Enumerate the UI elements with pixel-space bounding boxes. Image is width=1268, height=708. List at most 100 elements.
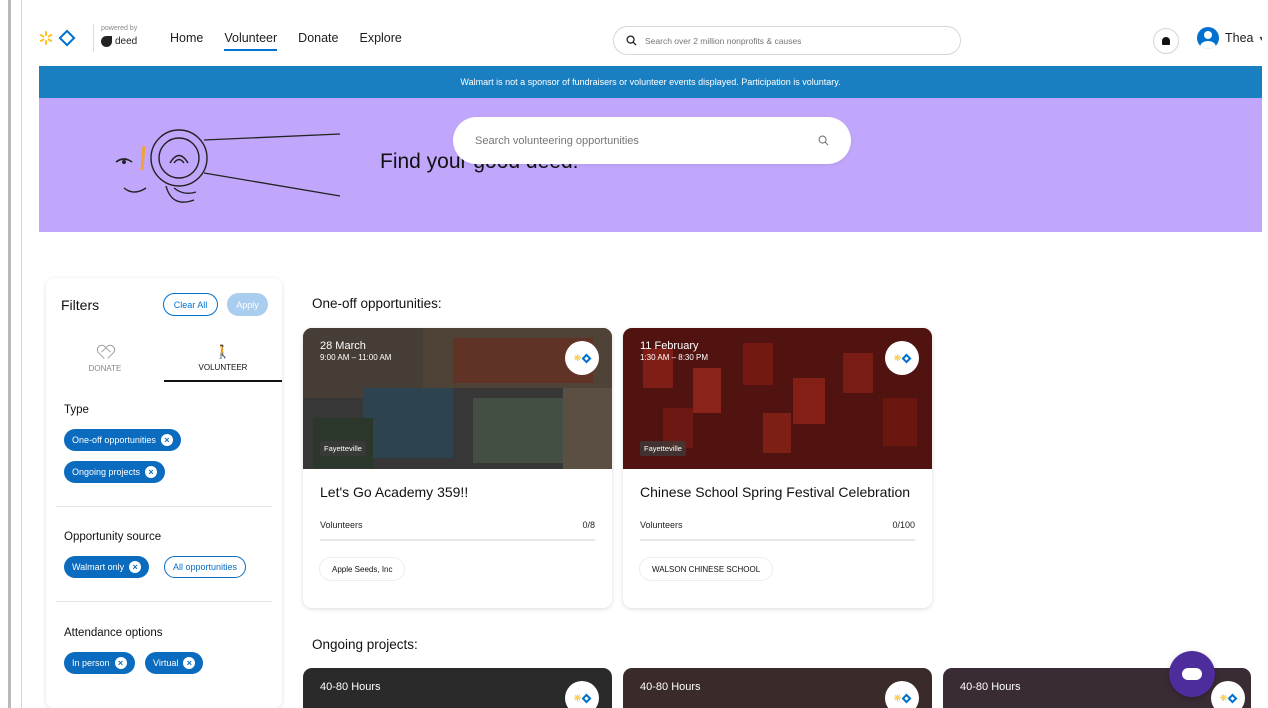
apply-button[interactable]: Apply xyxy=(227,293,268,316)
nav-links: Home Volunteer Donate Explore xyxy=(170,31,402,51)
global-search-input[interactable] xyxy=(645,35,945,46)
disclaimer-banner: Walmart is not a sponsor of fundraisers … xyxy=(39,66,1262,98)
volunteers-count: 0/100 xyxy=(892,520,915,530)
close-icon[interactable]: × xyxy=(129,561,142,573)
window-edge xyxy=(0,0,22,708)
diamond-icon xyxy=(1227,693,1238,703)
user-name: Thea xyxy=(1225,31,1254,45)
project-hours: 40-80 Hours xyxy=(640,681,701,693)
nav-explore[interactable]: Explore xyxy=(359,31,401,45)
deed-mark-icon xyxy=(101,36,112,47)
tab-donate[interactable]: DONATE xyxy=(46,336,164,382)
volunteers-label: Volunteers xyxy=(640,520,683,530)
heart-icon xyxy=(98,346,112,359)
opportunity-card[interactable]: 11 February 1:30 AM – 8:30 PM ❋ Fayettev… xyxy=(623,328,932,608)
event-date: 28 March xyxy=(320,340,366,352)
walmart-badge: ❋ xyxy=(885,341,919,375)
volunteers-progress xyxy=(320,539,595,541)
global-search[interactable] xyxy=(613,26,961,55)
chip-virtual[interactable]: Virtual × xyxy=(145,652,204,674)
opportunity-search-input[interactable] xyxy=(475,134,795,147)
chat-icon xyxy=(1182,668,1202,680)
org-tag[interactable]: Apple Seeds, Inc xyxy=(320,558,405,580)
project-hours: 40-80 Hours xyxy=(960,681,1021,693)
opportunity-search[interactable] xyxy=(453,117,851,164)
chip-all-opportunities[interactable]: All opportunities xyxy=(164,556,247,578)
walmart-logo[interactable] xyxy=(39,24,94,52)
location-tag: Fayetteville xyxy=(640,441,686,456)
volunteers-count: 0/8 xyxy=(582,520,595,530)
close-icon[interactable]: × xyxy=(114,657,127,669)
powered-by-text: powered by xyxy=(101,25,138,32)
org-tag[interactable]: WALSON CHINESE SCHOOL xyxy=(640,558,773,580)
walmart-badge: ❋ xyxy=(885,681,919,708)
close-icon[interactable]: × xyxy=(145,466,158,478)
source-label: Opportunity source xyxy=(64,531,162,543)
app: powered by deed Home Volunteer Donate Ex… xyxy=(39,6,1262,708)
volunteer-person-icon: 🚶 xyxy=(214,343,232,359)
chip-virtual-label: Virtual xyxy=(153,658,179,668)
top-nav: powered by deed Home Volunteer Donate Ex… xyxy=(39,6,1262,66)
chat-button[interactable] xyxy=(1169,651,1215,697)
location-tag: Fayetteville xyxy=(320,441,366,456)
ongoing-heading: Ongoing projects: xyxy=(312,637,418,652)
chip-ongoing[interactable]: Ongoing projects × xyxy=(64,461,166,483)
chevron-down-icon: ▾ xyxy=(1259,33,1263,43)
screen: powered by deed Home Volunteer Donate Ex… xyxy=(0,0,1268,708)
project-card[interactable]: 40-80 Hours ❋ xyxy=(623,668,932,708)
filter-tabs: DONATE 🚶 VOLUNTEER xyxy=(46,336,282,382)
volunteers-progress xyxy=(640,539,915,541)
project-hours: 40-80 Hours xyxy=(320,681,381,693)
opportunity-card[interactable]: 28 March 9:00 AM – 11:00 AM ❋ Fayettevil… xyxy=(303,328,612,608)
search-icon[interactable] xyxy=(818,135,829,146)
chip-walmart-only-label: Walmart only xyxy=(72,562,125,572)
chip-in-person[interactable]: In person × xyxy=(64,652,135,674)
filters-panel: Filters Clear All Apply DONATE 🚶 VOLUNTE… xyxy=(46,278,282,708)
magnifier-illustration-icon xyxy=(115,129,341,203)
chip-one-off[interactable]: One-off opportunities × xyxy=(64,429,181,451)
chip-all-opportunities-label: All opportunities xyxy=(173,562,238,572)
type-label: Type xyxy=(64,404,89,416)
chip-ongoing-label: Ongoing projects xyxy=(72,467,141,477)
search-icon xyxy=(626,35,637,46)
card-title[interactable]: Chinese School Spring Festival Celebrati… xyxy=(640,484,910,500)
bell-icon xyxy=(1162,37,1170,45)
divider xyxy=(56,506,272,507)
disclaimer-text: Walmart is not a sponsor of fundraisers … xyxy=(460,77,841,87)
event-time: 9:00 AM – 11:00 AM xyxy=(320,353,392,362)
tab-donate-label: DONATE xyxy=(88,363,122,373)
tab-volunteer[interactable]: 🚶 VOLUNTEER xyxy=(164,336,282,382)
tab-volunteer-label: VOLUNTEER xyxy=(198,362,248,372)
walmart-badge: ❋ xyxy=(565,681,599,708)
deed-wordmark: deed xyxy=(115,36,138,47)
walmart-badge: ❋ xyxy=(1211,681,1245,708)
attendance-label: Attendance options xyxy=(64,627,163,639)
chip-walmart-only[interactable]: Walmart only × xyxy=(64,556,150,578)
divider xyxy=(93,24,94,52)
avatar xyxy=(1197,27,1219,49)
project-card[interactable]: 40-80 Hours ❋ xyxy=(303,668,612,708)
diamond-icon xyxy=(581,693,592,703)
clear-all-button[interactable]: Clear All xyxy=(163,293,218,316)
nav-volunteer[interactable]: Volunteer xyxy=(224,31,277,51)
chip-one-off-label: One-off opportunities xyxy=(72,435,156,445)
notifications-button[interactable] xyxy=(1153,28,1179,54)
close-icon[interactable]: × xyxy=(160,434,173,446)
close-icon[interactable]: × xyxy=(183,657,196,669)
diamond-icon xyxy=(901,353,912,363)
deed-logo[interactable]: deed xyxy=(101,36,137,47)
user-menu[interactable]: Thea ▾ xyxy=(1197,27,1262,49)
card-title[interactable]: Let's Go Academy 359!! xyxy=(320,484,468,500)
spark-icon xyxy=(39,31,53,45)
diamond-icon xyxy=(581,353,592,363)
divider xyxy=(56,601,272,602)
volunteers-label: Volunteers xyxy=(320,520,363,530)
event-time: 1:30 AM – 8:30 PM xyxy=(640,353,709,362)
one-off-heading: One-off opportunities: xyxy=(312,296,442,311)
nav-donate[interactable]: Donate xyxy=(298,31,338,45)
chip-in-person-label: In person xyxy=(72,658,110,668)
nav-home[interactable]: Home xyxy=(170,31,203,45)
walmart-badge: ❋ xyxy=(565,341,599,375)
event-date: 11 February xyxy=(640,340,699,352)
filters-title: Filters xyxy=(61,297,100,313)
